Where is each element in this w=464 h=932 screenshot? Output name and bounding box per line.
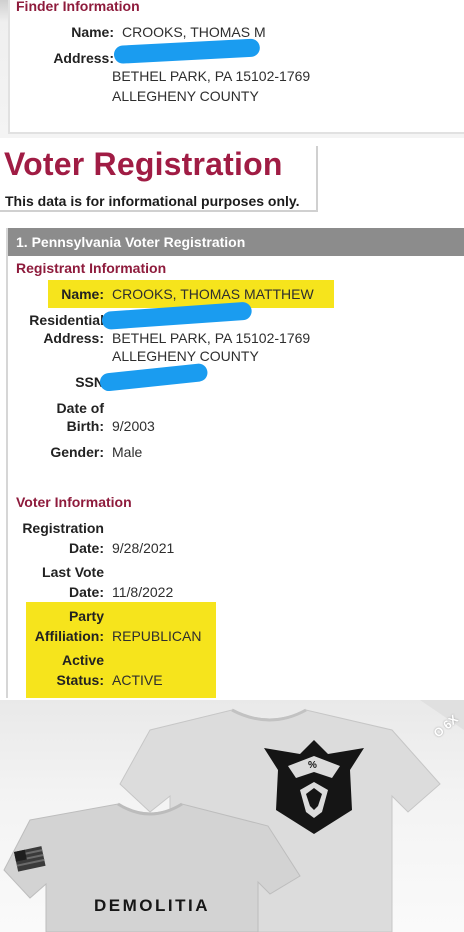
residential-address-line3: ALLEGHENY COUNTY [112,348,259,364]
residential-label: Residential [29,312,104,328]
last-vote-value: 11/8/2022 [112,584,174,600]
finder-information-panel: Finder Information Name: CROOKS, THOMAS … [0,0,464,138]
party-label-line1: Party [68,608,104,624]
residential-address-line2: BETHEL PARK, PA 15102-1769 [112,330,311,346]
status-label-line2: Status: [56,672,104,688]
dob-label-line2: Birth: [66,418,104,434]
gender-value: Male [112,444,143,460]
section-title-bar: 1. Pennsylvania Voter Registration [8,228,464,256]
finder-name-label: Name: [71,24,114,40]
status-value: ACTIVE [112,672,163,688]
informational-note: This data is for informational purposes … [5,193,300,209]
voter-information-heading: Voter Information [16,494,132,510]
registrant-name-value: CROOKS, THOMAS MATTHEW [112,286,314,302]
redaction-mark [99,362,209,392]
dob-label-line1: Date of [56,400,104,416]
finder-address-line2: BETHEL PARK, PA 15102-1769 [112,68,311,84]
section-title: 1. Pennsylvania Voter Registration [16,234,246,250]
logo-text: % [308,760,317,771]
ssn-label: SSN [75,374,104,390]
last-vote-label-line1: Last Vote [42,564,104,580]
party-label-line2: Affiliation: [34,628,104,644]
last-vote-label-line2: Date: [68,584,104,600]
status-label-line1: Active [61,652,104,668]
finder-card: Finder Information Name: CROOKS, THOMAS … [8,0,464,134]
registrant-name-label: Name: [61,286,104,302]
pennsylvania-registration-section: 1. Pennsylvania Voter Registration Regis… [6,228,464,698]
tshirt-illustration: % [3,700,464,932]
residential-address-label: Address: [43,330,104,346]
party-value: REPUBLICAN [112,628,202,644]
registration-date-label-line2: Date: [68,540,104,556]
redaction-mark [113,38,261,64]
registration-date-value: 9/28/2021 [112,540,175,556]
finder-name-value: CROOKS, THOMAS M [122,24,266,40]
tshirt-photo: % DEMOLITIA O 6X [0,700,464,932]
dob-value: 9/2003 [112,418,155,434]
brand-text: DEMOLITIA [94,896,210,915]
finder-title: Finder Information [16,0,140,14]
voter-registration-header: Voter Registration This data is for info… [0,146,318,212]
registrant-information-heading: Registrant Information [16,260,167,276]
finder-address-line3: ALLEGHENY COUNTY [112,88,259,104]
finder-address-label: Address: [53,50,114,66]
registration-date-label-line1: Registration [22,520,104,536]
page-title: Voter Registration [4,146,283,182]
gender-label: Gender: [50,444,104,460]
